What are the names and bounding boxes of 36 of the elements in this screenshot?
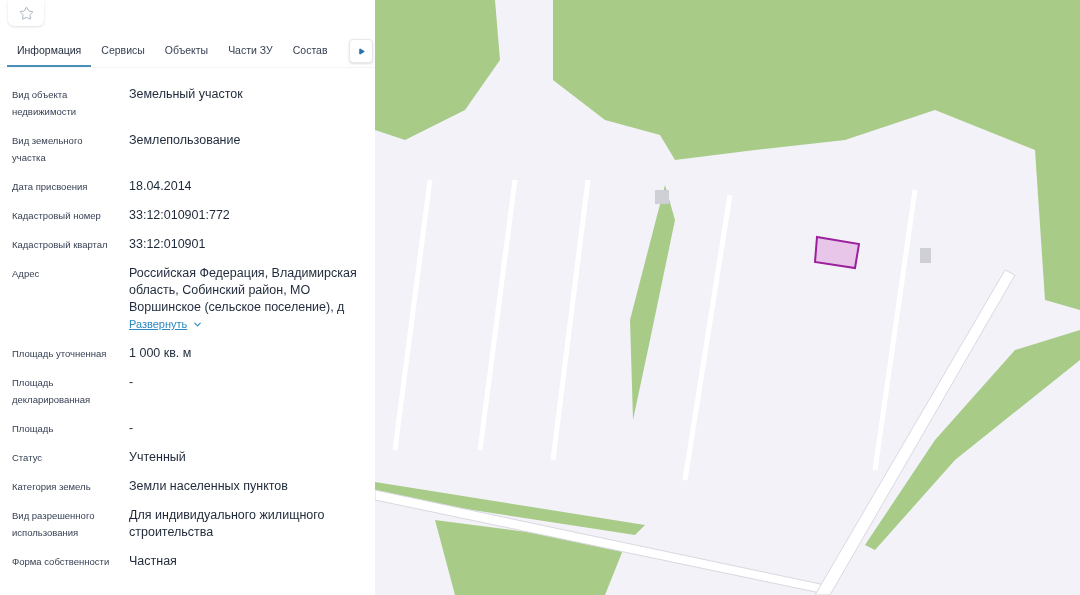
field-label: Адрес bbox=[12, 267, 41, 281]
field-label: Дата присвоения bbox=[12, 180, 89, 194]
tab[interactable]: Сервисы bbox=[91, 36, 155, 67]
field-value: 33:12:010901 bbox=[129, 236, 207, 253]
tab[interactable]: Информация bbox=[7, 36, 92, 67]
field-value: 33:12:010901:772 bbox=[129, 207, 231, 224]
field-label: Кадастровый номер bbox=[12, 209, 102, 223]
field-value: - bbox=[129, 420, 135, 437]
field-label: Категория земель bbox=[12, 480, 92, 494]
star-icon bbox=[18, 5, 34, 21]
field-value: Земельный участок bbox=[129, 86, 244, 103]
field-label: Площадь декларированная bbox=[12, 376, 92, 407]
scroll-tabs-button[interactable] bbox=[349, 39, 373, 63]
field-label: Площадь bbox=[12, 422, 55, 436]
field-label: Площадь уточненная bbox=[12, 347, 108, 361]
field-label: Статус bbox=[12, 451, 44, 465]
field-label: Вид земельного участка bbox=[12, 134, 84, 165]
field-label: Вид объекта недвижимости bbox=[12, 88, 78, 119]
chevron-down-icon bbox=[192, 319, 204, 330]
tab[interactable]: Состав bbox=[282, 36, 338, 67]
expand-link[interactable]: Развернуть bbox=[129, 316, 204, 333]
tab[interactable]: Части ЗУ bbox=[218, 36, 283, 67]
tab[interactable]: Объекты bbox=[154, 36, 219, 67]
field-label: Форма собственности bbox=[12, 555, 111, 569]
field-label: Вид разрешенного использования bbox=[12, 509, 96, 540]
field-value: Для индивидуального жилищного строительства bbox=[129, 507, 326, 541]
field-value: Российская Федерация, Владимирская область, Собинский район, МО Воршинское (сельское поселение), д bbox=[129, 265, 358, 316]
field-value: Учтенный bbox=[129, 449, 187, 466]
field-label: Кадастровый квартал bbox=[12, 238, 109, 252]
field-value: Землепользование bbox=[129, 132, 242, 149]
field-value: - bbox=[129, 374, 135, 391]
play-icon bbox=[357, 47, 365, 55]
field-value: Земли населенных пунктов bbox=[129, 478, 289, 495]
field-value: Частная bbox=[129, 553, 178, 570]
field-value: 1 000 кв. м bbox=[129, 345, 193, 362]
field-value: 18.04.2014 bbox=[129, 178, 193, 195]
